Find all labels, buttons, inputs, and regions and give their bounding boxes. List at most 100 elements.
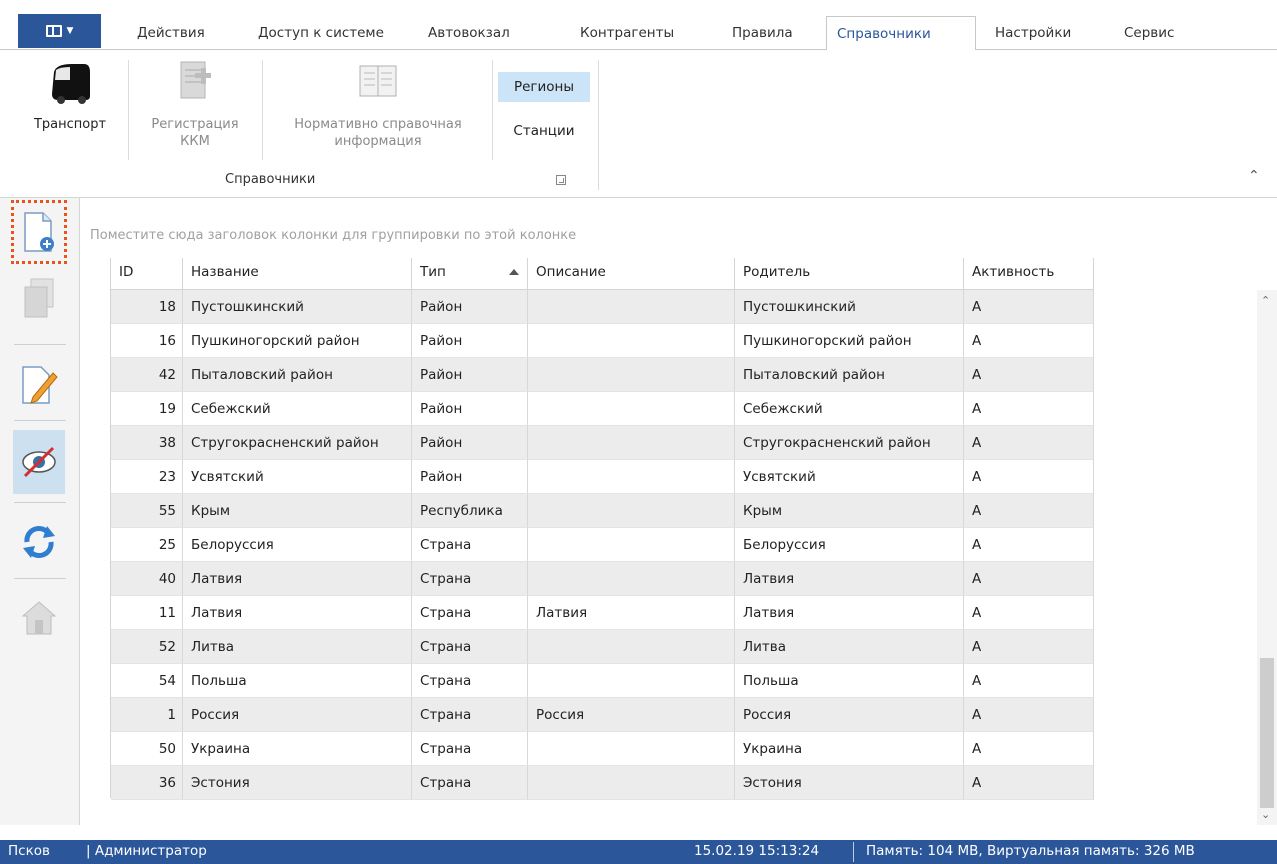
scroll-up-icon[interactable]: ⌃ [1261,294,1270,307]
cell-id[interactable]: 23 [111,460,183,494]
tab-actions[interactable]: Действия [127,16,215,50]
cell-description[interactable] [528,392,735,426]
column-header-name[interactable]: Название [183,258,412,290]
cell-activity[interactable]: А [964,630,1094,664]
cell-description[interactable] [528,664,735,698]
cell-activity[interactable]: А [964,664,1094,698]
cell-id[interactable]: 42 [111,358,183,392]
cell-activity[interactable]: А [964,732,1094,766]
cell-parent[interactable]: Латвия [735,596,964,630]
cell-type[interactable]: Страна [412,562,528,596]
cell-description[interactable] [528,290,735,324]
cell-description[interactable]: Россия [528,698,735,732]
cell-parent[interactable]: Стругокрасненский район [735,426,964,460]
cell-parent[interactable]: Литва [735,630,964,664]
table-row[interactable]: 52 Литва Страна Литва А [111,630,1094,664]
cell-name[interactable]: Россия [183,698,412,732]
tab-rules[interactable]: Правила [722,16,803,50]
scroll-down-icon[interactable]: ⌄ [1261,808,1270,821]
cell-type[interactable]: Район [412,324,528,358]
column-header-activity[interactable]: Активность [964,258,1094,290]
cell-name[interactable]: Себежский [183,392,412,426]
cell-parent[interactable]: Россия [735,698,964,732]
toggle-hidden-button[interactable] [13,430,65,494]
cell-activity[interactable]: А [964,358,1094,392]
cell-id[interactable]: 36 [111,766,183,800]
table-row[interactable]: 16 Пушкиногорский район Район Пушкиногорски… [111,324,1094,358]
dialog-launcher-icon[interactable] [556,175,566,185]
cell-name[interactable]: Литва [183,630,412,664]
cell-activity[interactable]: А [964,324,1094,358]
cell-name[interactable]: Стругокрасненский район [183,426,412,460]
cell-name[interactable]: Усвятский [183,460,412,494]
cell-description[interactable] [528,562,735,596]
cell-parent[interactable]: Усвятский [735,460,964,494]
cell-description[interactable] [528,630,735,664]
cell-type[interactable]: Страна [412,698,528,732]
column-header-description[interactable]: Описание [528,258,735,290]
table-row[interactable]: 18 Пустошкинский Район Пустошкинский А [111,290,1094,324]
cell-type[interactable]: Страна [412,664,528,698]
cell-parent[interactable]: Польша [735,664,964,698]
tab-service[interactable]: Сервис [1114,16,1184,50]
table-row[interactable]: 19 Себежский Район Себежский А [111,392,1094,426]
table-row[interactable]: 55 Крым Республика Крым А [111,494,1094,528]
cell-description[interactable] [528,324,735,358]
cell-parent[interactable]: Себежский [735,392,964,426]
table-row[interactable]: 11 Латвия Страна Латвия Латвия А [111,596,1094,630]
table-row[interactable]: 38 Стругокрасненский район Район Стругокрас… [111,426,1094,460]
cell-activity[interactable]: А [964,460,1094,494]
app-menu-button[interactable]: ▼ [18,14,101,48]
cell-description[interactable] [528,426,735,460]
cell-name[interactable]: Польша [183,664,412,698]
cell-description[interactable] [528,494,735,528]
table-row[interactable]: 25 Белоруссия Страна Белоруссия А [111,528,1094,562]
cell-activity[interactable]: А [964,426,1094,460]
kkm-registration-button[interactable]: Регистрация ККМ [140,58,250,150]
copy-record-button[interactable] [13,268,65,328]
scrollbar-thumb[interactable] [1260,658,1274,808]
cell-id[interactable]: 18 [111,290,183,324]
cell-name[interactable]: Украина [183,732,412,766]
cell-type[interactable]: Район [412,358,528,392]
collapse-ribbon-icon[interactable]: ⌃ [1248,168,1260,184]
cell-activity[interactable]: А [964,562,1094,596]
cell-type[interactable]: Страна [412,766,528,800]
cell-id[interactable]: 11 [111,596,183,630]
cell-type[interactable]: Район [412,290,528,324]
table-row[interactable]: 23 Усвятский Район Усвятский А [111,460,1094,494]
cell-type[interactable]: Страна [412,732,528,766]
cell-activity[interactable]: А [964,698,1094,732]
cell-activity[interactable]: А [964,290,1094,324]
table-row[interactable]: 40 Латвия Страна Латвия А [111,562,1094,596]
cell-type[interactable]: Страна [412,630,528,664]
cell-description[interactable] [528,732,735,766]
cell-parent[interactable]: Украина [735,732,964,766]
stations-button[interactable]: Станции [498,116,590,146]
cell-id[interactable]: 19 [111,392,183,426]
cell-id[interactable]: 38 [111,426,183,460]
cell-description[interactable] [528,460,735,494]
cell-name[interactable]: Белоруссия [183,528,412,562]
column-header-id[interactable]: ID [111,258,183,290]
cell-name[interactable]: Крым [183,494,412,528]
tab-system-access[interactable]: Доступ к системе [248,16,394,50]
cell-id[interactable]: 50 [111,732,183,766]
transport-button[interactable]: Транспорт [20,58,120,133]
cell-type[interactable]: Республика [412,494,528,528]
column-header-type[interactable]: Тип [412,258,528,290]
cell-activity[interactable]: А [964,494,1094,528]
cell-type[interactable]: Район [412,460,528,494]
reference-info-button[interactable]: Нормативно справочная информация [272,58,484,150]
cell-parent[interactable]: Латвия [735,562,964,596]
tab-bus-station[interactable]: Автовокзал [418,16,520,50]
cell-id[interactable]: 16 [111,324,183,358]
cell-id[interactable]: 54 [111,664,183,698]
cell-type[interactable]: Район [412,426,528,460]
add-record-button[interactable] [11,200,67,264]
cell-name[interactable]: Пустошкинский [183,290,412,324]
cell-parent[interactable]: Крым [735,494,964,528]
cell-description[interactable]: Латвия [528,596,735,630]
cell-name[interactable]: Пушкиногорский район [183,324,412,358]
tab-settings[interactable]: Настройки [985,16,1081,50]
